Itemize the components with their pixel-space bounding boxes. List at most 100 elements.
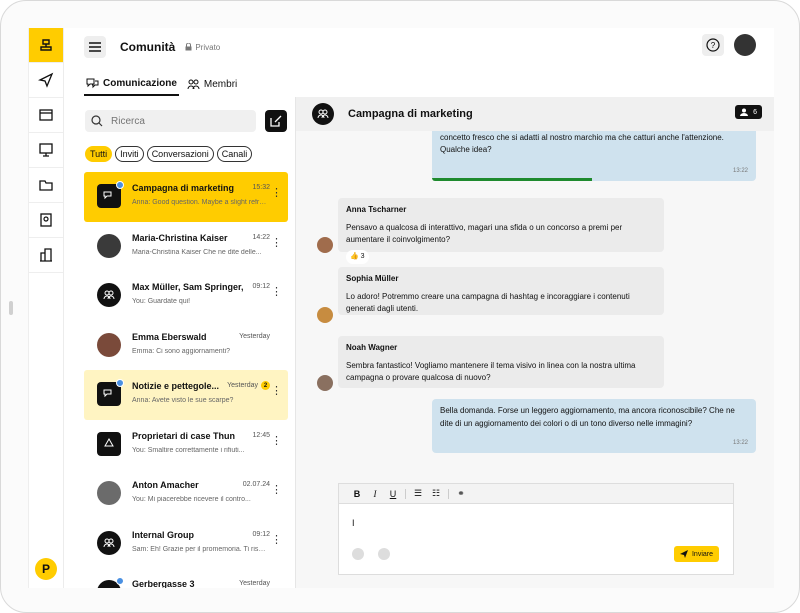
message-outgoing: Bella domanda. Forse un leggero aggiorna…: [432, 399, 756, 453]
nav-send-icon[interactable]: [29, 63, 63, 98]
conversation-name: Proprietari di case Thun: [132, 430, 236, 441]
privacy-text: Privato: [195, 42, 221, 52]
conversation-preview: Anna: Good question. Maybe a slight refr…: [132, 199, 268, 206]
bold-icon[interactable]: B: [351, 489, 363, 499]
bullet-list-icon[interactable]: ☰: [412, 488, 424, 499]
conversation-item[interactable]: Campagna di marketing 15:32 Anna: Good q…: [84, 172, 288, 222]
message-text: Ehi, squadra! Ci stiamo avvicinando alla…: [440, 132, 724, 155]
conversation-time: 12:45: [252, 431, 270, 439]
member-count: 6: [753, 108, 757, 116]
anna-avatar: [317, 237, 333, 253]
message-list: Ehi, squadra! Ci stiamo avvicinando alla…: [296, 131, 774, 470]
filter-inviti[interactable]: Inviti: [115, 146, 144, 162]
help-button[interactable]: ?: [702, 34, 724, 56]
more-options-icon[interactable]: ⋮: [271, 386, 282, 397]
tab-membri[interactable]: Membri: [185, 74, 239, 96]
conversation-name: Emma Eberswald: [132, 331, 207, 342]
conversation-item[interactable]: Internal Group 09:12 Sam: Eh! Grazie per…: [84, 519, 288, 569]
nav-folder-icon[interactable]: [29, 168, 63, 203]
contact-avatar: [97, 233, 121, 258]
conversation-preview: Emma: Ci sono aggiornamenti?: [132, 347, 231, 355]
conversation-item[interactable]: Notizie e pettegole... Yesterday 2 Anna:…: [84, 370, 288, 420]
noah-avatar: [317, 375, 333, 391]
tab-label: Membri: [203, 79, 238, 90]
filter-canali[interactable]: Canali: [216, 146, 253, 162]
conversation-name: Gerbergasse 3: [132, 579, 195, 588]
message-progress-bar: [432, 178, 592, 181]
tab-comunicazione[interactable]: Comunicazione: [84, 74, 179, 96]
more-options-icon[interactable]: ⋮: [271, 485, 282, 496]
filter-tutti[interactable]: Tutti: [85, 146, 113, 162]
nav-buildings-icon[interactable]: [29, 238, 63, 273]
message-input[interactable]: I: [352, 518, 355, 528]
chat-group-avatar: [312, 103, 334, 125]
conversation-item[interactable]: Proprietari di case Thun 12:45 You: Smal…: [84, 420, 288, 470]
tab-bar: Comunicazione Membri: [84, 74, 239, 96]
send-label: Inviare: [691, 550, 713, 558]
user-avatar[interactable]: [734, 34, 756, 56]
chat-pane: Campagna di marketing 6 Ehi, squadra! Ci…: [296, 97, 774, 588]
toolbar-divider: [405, 488, 406, 499]
channel-indicator-icon: [116, 181, 124, 189]
conversation-preview: You: Smaltire correttamente i rifiuti...: [132, 446, 245, 454]
reaction-badge[interactable]: 👍 3: [346, 249, 369, 264]
device-side-button: [9, 301, 13, 315]
group-avatar: [97, 530, 121, 555]
nav-presentation-icon[interactable]: [29, 133, 63, 168]
hamburger-menu-button[interactable]: [84, 36, 106, 58]
search-box[interactable]: [85, 110, 256, 132]
more-options-icon[interactable]: ⋮: [271, 534, 282, 545]
send-icon: [679, 550, 688, 558]
conversation-item[interactable]: Emma Eberswald Yesterday Emma: Ci sono a…: [84, 321, 288, 371]
member-icon: [740, 108, 749, 116]
new-conversation-button[interactable]: [265, 110, 287, 132]
emoji-icon[interactable]: [378, 548, 390, 560]
conversation-time: Yesterday: [227, 382, 258, 389]
nav-browser-icon[interactable]: [29, 98, 63, 133]
conversation-item[interactable]: Max Müller, Sam Springer,... 09:12 You: …: [84, 271, 288, 321]
conversation-preview: Maria-Christina Kaiser Che ne dite delle…: [132, 248, 262, 256]
conversation-name: Anton Amacher: [132, 480, 199, 490]
underline-icon[interactable]: U: [387, 489, 399, 499]
italic-icon[interactable]: I: [369, 489, 381, 499]
hamburger-icon: [89, 42, 101, 52]
conversation-preview: You: Guardate qui!: [132, 298, 191, 305]
svg-text:?: ?: [711, 41, 716, 50]
send-button[interactable]: Inviare: [673, 546, 719, 562]
search-input[interactable]: [109, 114, 239, 128]
people-icon: [97, 530, 121, 555]
message-sender: Sophia Müller: [346, 274, 399, 283]
more-options-icon[interactable]: ⋮: [271, 435, 282, 446]
message-incoming: Sophia Müller Lo adoro! Potremmo creare …: [338, 267, 664, 315]
contact-avatar: [97, 332, 121, 357]
nav-rail: P: [29, 28, 64, 588]
person-photo-icon: [97, 481, 121, 505]
conversation-item[interactable]: Gerbergasse 3 Yesterday: [84, 568, 288, 588]
more-options-icon[interactable]: ⋮: [271, 188, 282, 199]
toolbar-divider: [448, 488, 449, 499]
more-options-icon[interactable]: ⋮: [271, 237, 282, 248]
filter-conversazioni[interactable]: Conversazioni: [146, 146, 214, 162]
message-outgoing: Ehi, squadra! Ci stiamo avvicinando alla…: [432, 131, 756, 181]
more-options-icon[interactable]: ⋮: [271, 287, 282, 298]
group-avatar: [97, 181, 124, 208]
member-count-button[interactable]: 6: [735, 105, 762, 119]
numbered-list-icon[interactable]: ☷: [430, 488, 442, 499]
conversation-name: Notizie e pettegole...: [132, 381, 220, 391]
conversation-item[interactable]: Maria-Christina Kaiser 14:22 Maria-Chris…: [84, 222, 288, 272]
app-logo-icon[interactable]: P: [35, 558, 57, 580]
conversation-time: 02.07.24: [242, 481, 270, 488]
group-avatar: [97, 379, 124, 406]
message-time: 13:22: [732, 167, 748, 174]
composer-actions: [352, 548, 390, 560]
nav-contacts-icon[interactable]: [29, 203, 63, 238]
conversation-item[interactable]: Anton Amacher 02.07.24 You: Mi piacerebb…: [84, 469, 288, 519]
help-icon: ?: [706, 38, 720, 52]
group-avatar: [97, 283, 121, 307]
link-icon[interactable]: ⚭: [455, 488, 467, 499]
message-text: Bella domanda. Forse un leggero aggiorna…: [440, 406, 735, 428]
add-attachment-icon[interactable]: [352, 548, 364, 560]
tablet-frame: P Comunità Privato ? Comunicazione Membr…: [0, 0, 800, 613]
app-screen: P Comunità Privato ? Comunicazione Membr…: [28, 28, 774, 588]
nav-community-icon[interactable]: [29, 28, 63, 63]
